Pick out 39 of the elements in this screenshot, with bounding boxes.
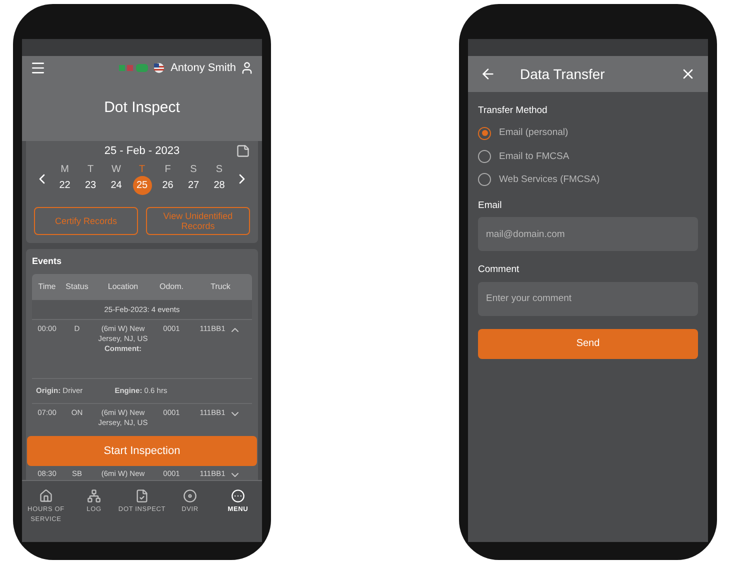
option-label: Email (personal)	[499, 126, 568, 140]
day-button[interactable]: S 27	[182, 164, 204, 194]
day-button[interactable]: S 28	[208, 164, 230, 194]
network-icon	[87, 489, 101, 503]
document-check-icon	[135, 489, 149, 503]
start-inspection-button[interactable]: Start Inspection	[27, 436, 257, 466]
driver-icon[interactable]	[240, 61, 254, 76]
page-title: Data Transfer	[520, 64, 606, 84]
day-button[interactable]: W 24	[105, 164, 128, 194]
selected-date: 25 - Feb - 2023	[104, 144, 180, 159]
column-header: Status	[64, 281, 90, 293]
day-button[interactable]: T 23	[80, 164, 102, 194]
day-button[interactable]: F 26	[156, 164, 179, 194]
section-label: Transfer Method	[478, 104, 548, 118]
day-button[interactable]: M 22	[54, 164, 76, 194]
status-icons-drawing	[118, 63, 167, 74]
input-field[interactable]: Enter your comment	[478, 282, 698, 316]
field-label: Comment	[478, 263, 520, 278]
menu-icon	[231, 489, 245, 503]
radio-button[interactable]	[478, 150, 491, 164]
menu-icon[interactable]	[30, 60, 46, 76]
column-header: Truck	[210, 281, 232, 293]
column-header: Time	[37, 281, 57, 293]
input-field[interactable]: mail@domain.com	[478, 217, 698, 252]
back-icon[interactable]	[480, 66, 496, 82]
send-button[interactable]: Send	[478, 328, 698, 358]
page-title: Dot Inspect	[103, 98, 181, 118]
house-icon	[39, 489, 53, 503]
user-name: Antony Smith	[170, 61, 236, 76]
field-label: Email	[478, 199, 503, 213]
option-label: Web Services (FMCSA)	[499, 172, 600, 187]
disc-icon	[183, 489, 197, 503]
radio-button[interactable]	[478, 173, 491, 186]
column-header: Odom.	[158, 281, 184, 293]
option-label: Email to FMCSA	[499, 150, 570, 164]
radio-button[interactable]	[478, 126, 491, 140]
note-icon[interactable]	[236, 144, 250, 158]
events-title: Events	[32, 254, 63, 268]
column-header: Location	[106, 281, 140, 293]
